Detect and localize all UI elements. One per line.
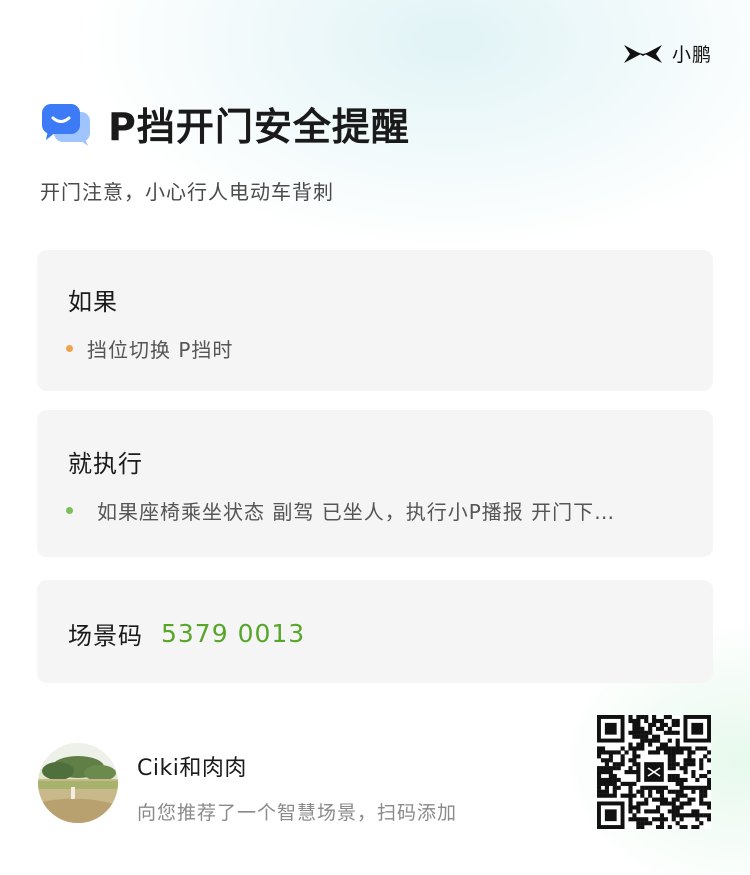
bullet-dot (66, 345, 73, 352)
page-subtitle: 开门注意，小心行人电动车背刺 (40, 180, 334, 204)
brand-logo: 小鹏 (622, 40, 712, 67)
bullet-dot (66, 507, 73, 514)
scene-code-label: 场景码 (68, 622, 143, 650)
action-item: 如果座椅乘坐状态 副驾 已坐人，执行小P播报 开门下… (66, 496, 615, 525)
brand-name: 小鹏 (671, 44, 712, 66)
sharer-info (38, 743, 118, 823)
share-description: 向您推荐了一个智慧场景，扫码添加 (137, 802, 458, 824)
page-title: P挡开门安全提醒 (108, 105, 410, 149)
scene-code-card: 场景码 5379 0013 (37, 580, 713, 683)
condition-heading: 如果 (68, 288, 118, 316)
qr-code[interactable] (597, 715, 712, 830)
action-heading: 就执行 (68, 450, 143, 478)
condition-item-text: 挡位切换 P挡时 (87, 338, 234, 362)
condition-item: 挡位切换 P挡时 (66, 334, 233, 363)
sharer-name: Ciki和肉肉 (137, 756, 247, 781)
condition-card: 如果 挡位切换 P挡时 (37, 250, 713, 391)
qr-code-graphic (597, 715, 712, 830)
title-row: P挡开门安全提醒 (40, 96, 410, 151)
chat-bubble-icon (42, 103, 90, 146)
action-item-text: 如果座椅乘坐状态 副驾 已坐人，执行小P播报 开门下… (97, 500, 616, 524)
scene-code-value: 5379 0013 (161, 619, 306, 648)
avatar (38, 743, 118, 823)
scene-code-row: 场景码 5379 0013 (68, 616, 305, 651)
action-card: 就执行 如果座椅乘坐状态 副驾 已坐人，执行小P播报 开门下… (37, 410, 713, 557)
xpeng-logo-icon (623, 44, 662, 63)
